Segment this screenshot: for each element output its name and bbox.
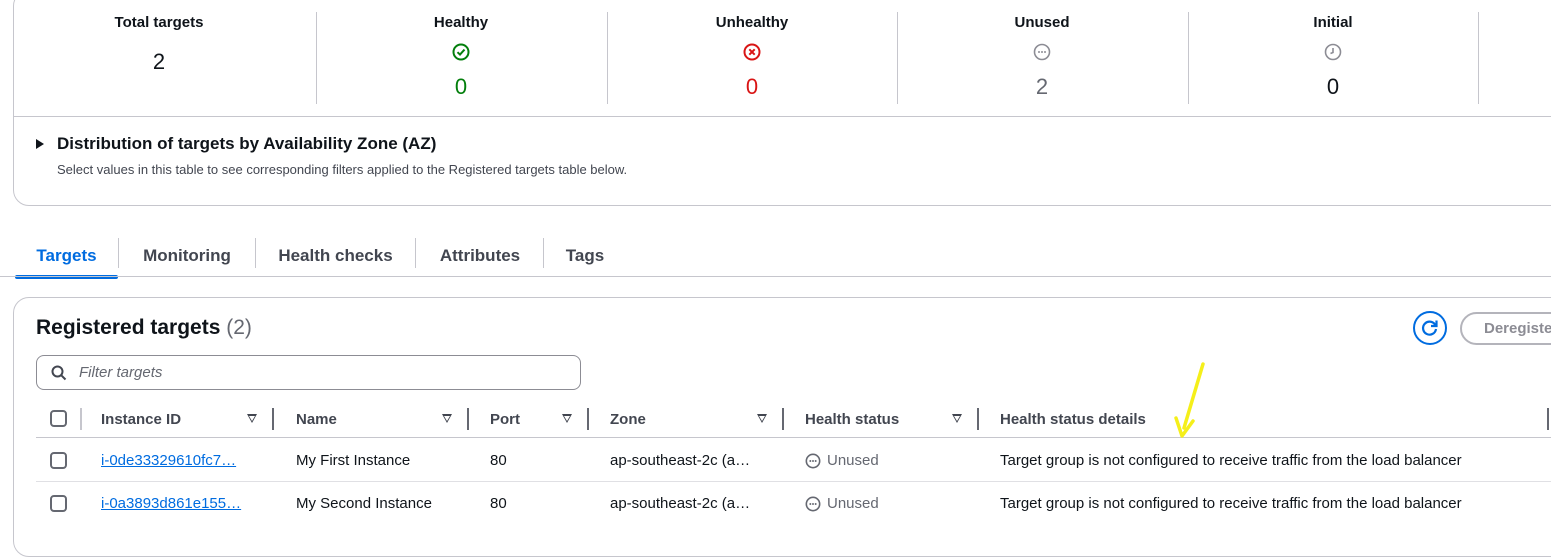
zone: ap-southeast-2c (a…: [610, 495, 751, 512]
instance-name: My First Instance: [296, 452, 411, 469]
stat-unhealthy: Unhealthy 0: [607, 1, 897, 116]
stat-value: 2: [152, 49, 166, 74]
sort-down-icon[interactable]: [952, 414, 962, 423]
instance-id-text[interactable]: i-0a3893d861e155…: [101, 495, 241, 512]
table-row: i-0a3893d861e155… My Second Instance 80 …: [36, 482, 1551, 525]
column-resizer[interactable]: [587, 408, 589, 430]
sort-down-icon[interactable]: [562, 414, 572, 423]
filter-targets-field[interactable]: [36, 355, 581, 390]
sort-down-icon[interactable]: [442, 414, 452, 423]
port: 80: [490, 495, 507, 512]
annotation-arrow-icon: [1170, 360, 1210, 447]
health-status: Unused: [805, 482, 975, 525]
health-status: Unused: [805, 439, 975, 482]
check-circle-icon: [316, 43, 606, 63]
health-status-text: Unused: [827, 495, 879, 512]
registered-targets-title: Registered targets: [36, 316, 221, 339]
divider: [14, 116, 1551, 117]
column-header-port[interactable]: Port: [490, 400, 520, 438]
table-header: Instance ID Name Port Zone Health status…: [36, 400, 1551, 438]
row-checkbox[interactable]: [50, 495, 67, 512]
target-stats-row: Total targets 2 Healthy 0 Unhealthy 0 Un…: [14, 1, 1551, 116]
tab-monitoring[interactable]: Monitoring: [119, 236, 255, 276]
stat-label: Total targets: [114, 14, 204, 31]
port: 80: [490, 452, 507, 469]
clock-icon: [1188, 43, 1478, 63]
dash-circle-icon: [897, 43, 1187, 63]
sort-down-icon[interactable]: [757, 414, 767, 423]
search-icon: [51, 365, 67, 381]
column-header-instance-id[interactable]: Instance ID: [101, 400, 181, 438]
registered-targets-heading: Registered targets (2): [36, 316, 252, 340]
az-distribution-toggle[interactable]: Distribution of targets by Availability …: [36, 134, 436, 154]
stat-value: 0: [454, 74, 468, 99]
tab-targets[interactable]: Targets: [15, 236, 118, 279]
stat-label: Initial: [1313, 14, 1353, 31]
instance-id-text[interactable]: i-0de33329610fc7…: [101, 452, 236, 469]
registered-targets-card: Registered targets (2) Deregister Instan…: [13, 297, 1551, 557]
column-header-zone[interactable]: Zone: [610, 400, 646, 438]
health-status-text: Unused: [827, 452, 879, 469]
health-status-details: Target group is not configured to receiv…: [1000, 452, 1462, 469]
select-all-checkbox[interactable]: [50, 410, 67, 427]
az-distribution-title: Distribution of targets by Availability …: [57, 134, 437, 153]
stat-unused: Unused 2: [897, 1, 1187, 116]
tabs-underline: [0, 276, 1551, 277]
caret-right-icon: [36, 139, 44, 149]
stat-label: Unhealthy: [715, 14, 789, 31]
stat-label: Unused: [1014, 14, 1070, 31]
tab-health-checks[interactable]: Health checks: [256, 236, 415, 276]
dash-circle-icon: [805, 453, 821, 469]
stat-value: 0: [1326, 74, 1340, 99]
column-resizer[interactable]: [1547, 408, 1549, 430]
divider: [80, 408, 82, 430]
column-resizer[interactable]: [467, 408, 469, 430]
refresh-button[interactable]: [1413, 311, 1447, 345]
stat-total-targets: Total targets 2: [14, 1, 304, 116]
stat-value: 2: [1035, 74, 1049, 99]
row-checkbox[interactable]: [50, 452, 67, 469]
table-row: i-0de33329610fc7… My First Instance 80 a…: [36, 439, 1551, 482]
registered-targets-count: (2): [226, 316, 252, 339]
stat-value: 0: [745, 74, 759, 99]
az-distribution-description: Select values in this table to see corre…: [57, 162, 628, 177]
stat-initial: Initial 0: [1188, 1, 1478, 116]
column-resizer[interactable]: [782, 408, 784, 430]
target-group-tabs: Targets Monitoring Health checks Attribu…: [15, 236, 1551, 279]
stat-label: Healthy: [433, 14, 489, 31]
tab-attributes[interactable]: Attributes: [416, 236, 544, 276]
az-distribution-section: Distribution of targets by Availability …: [36, 134, 627, 177]
dash-circle-icon: [805, 496, 821, 512]
target-summary-card: Total targets 2 Healthy 0 Unhealthy 0 Un…: [13, 0, 1551, 206]
x-circle-icon: [607, 43, 897, 63]
divider: [1478, 12, 1479, 104]
column-resizer[interactable]: [977, 408, 979, 430]
tab-tags[interactable]: Tags: [544, 236, 626, 276]
filter-targets-input[interactable]: [77, 363, 557, 382]
instance-name: My Second Instance: [296, 495, 432, 512]
column-resizer[interactable]: [272, 408, 274, 430]
column-header-name[interactable]: Name: [296, 400, 337, 438]
sort-down-icon[interactable]: [247, 414, 257, 423]
zone: ap-southeast-2c (a…: [610, 452, 751, 469]
stat-healthy: Healthy 0: [316, 1, 606, 116]
refresh-icon: [1420, 318, 1440, 338]
deregister-button[interactable]: Deregister: [1460, 312, 1551, 345]
instance-id-link[interactable]: i-0de33329610fc7…: [101, 439, 251, 482]
instance-id-link[interactable]: i-0a3893d861e155…: [101, 482, 251, 525]
column-header-health-status-details[interactable]: Health status details: [1000, 400, 1146, 438]
column-header-health-status[interactable]: Health status: [805, 400, 899, 438]
health-status-details: Target group is not configured to receiv…: [1000, 495, 1462, 512]
